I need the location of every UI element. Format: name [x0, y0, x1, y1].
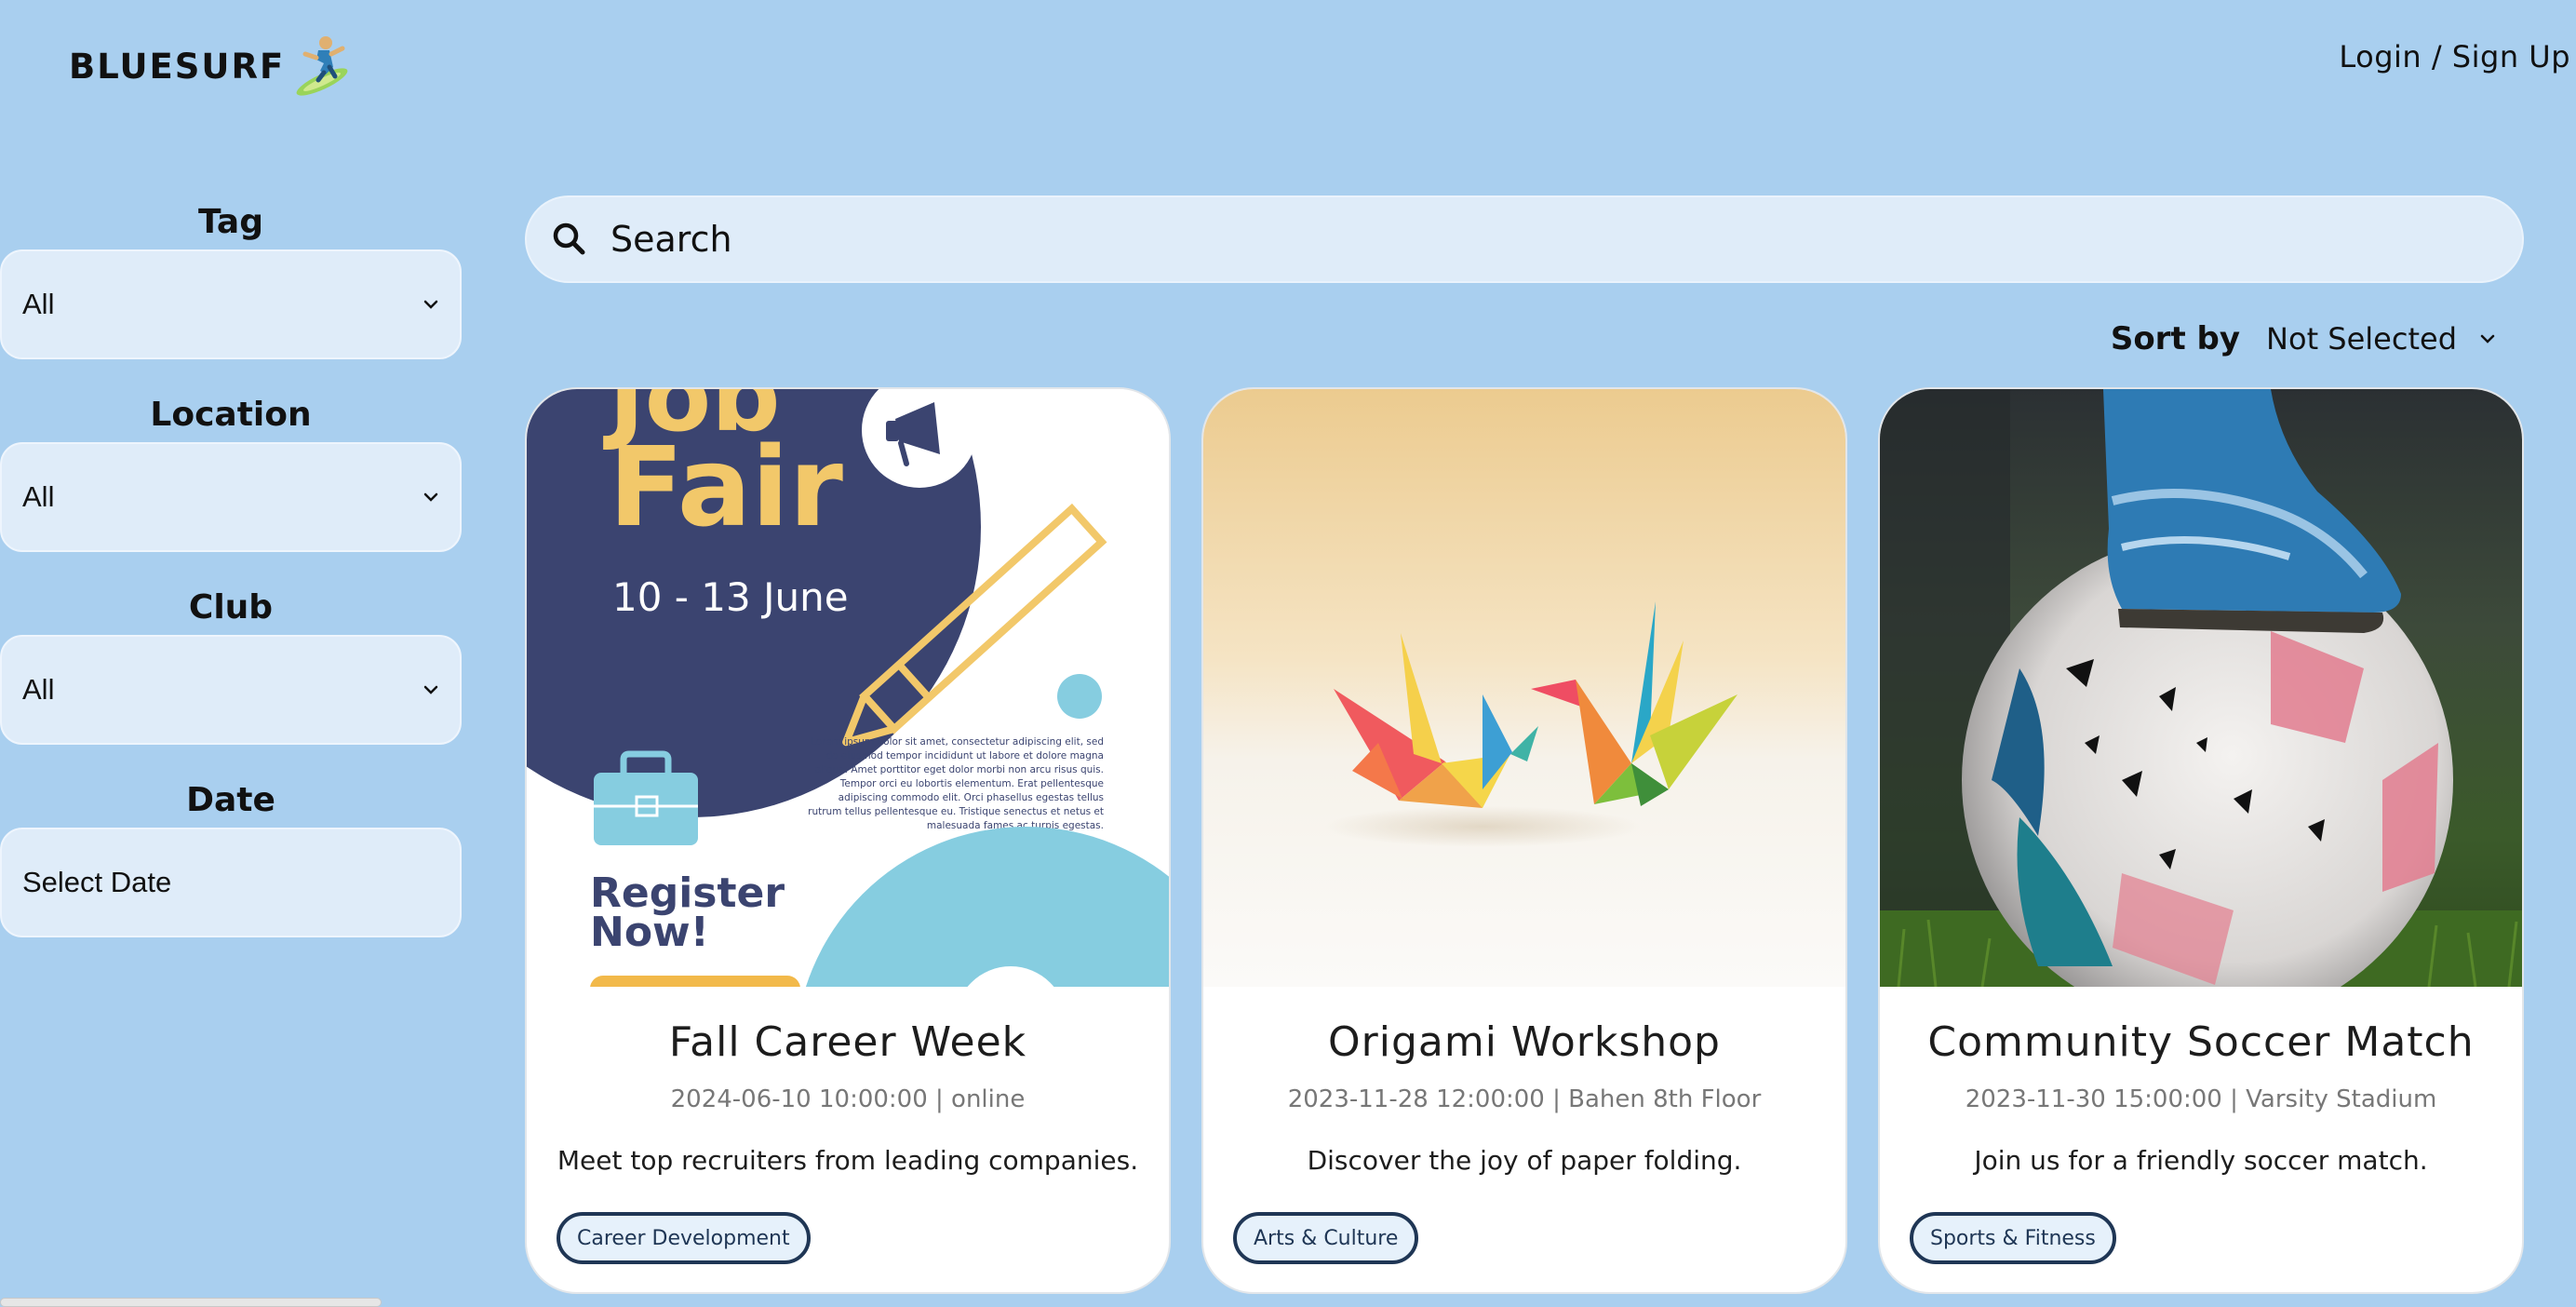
events-page: BLUESURF Login / Sign Up Tag All Locatio… [0, 0, 2576, 1307]
poster-cta-2: Now! [590, 909, 709, 956]
search-input[interactable] [610, 219, 2379, 260]
event-meta: 2024-06-10 10:00:00 | online [670, 1085, 1026, 1113]
brand-logo[interactable]: BLUESURF [69, 34, 352, 99]
tag-filter-label: Tag [198, 203, 263, 241]
date-filter-input[interactable]: Select Date [0, 828, 462, 937]
club-filter-value: All [22, 673, 55, 706]
sort-label: Sort by [2110, 320, 2241, 357]
tag-filter-select[interactable]: All [0, 249, 462, 359]
event-title: Fall Career Week [668, 1018, 1027, 1066]
event-title: Community Soccer Match [1927, 1018, 2475, 1066]
sort-select[interactable]: Not Selected [2266, 321, 2498, 357]
poster-body-line: do eiusmod tempor incididunt ut labore e… [826, 750, 1105, 761]
chevron-down-icon [423, 685, 438, 694]
event-title: Origami Workshop [1328, 1018, 1721, 1066]
poster-headline-2: Fair [609, 423, 843, 551]
tag-filter-value: All [22, 288, 55, 320]
event-card[interactable]: Job Fair 10 - 13 June Register Now! Lore… [525, 387, 1171, 1294]
poster-body-line: Tempor orci eu lobortis elementum. Erat … [839, 778, 1104, 789]
event-card[interactable]: Origami Workshop 2023-11-28 12:00:00 | B… [1201, 387, 1847, 1294]
event-description: Meet top recruiters from leading compani… [557, 1145, 1139, 1176]
horizontal-scrollbar[interactable] [0, 1298, 382, 1307]
event-card[interactable]: Community Soccer Match 2023-11-30 15:00:… [1878, 387, 2524, 1294]
brand-name: BLUESURF [69, 46, 286, 87]
event-tag[interactable]: Arts & Culture [1233, 1212, 1419, 1264]
event-image [1880, 389, 2522, 987]
event-image [1203, 389, 1845, 987]
surfer-icon [296, 36, 348, 96]
event-meta: 2023-11-28 12:00:00 | Bahen 8th Floor [1287, 1085, 1762, 1113]
search-icon [553, 222, 585, 255]
location-filter-select[interactable]: All [0, 442, 462, 552]
soccer-photo [1880, 389, 2522, 987]
event-tag[interactable]: Sports & Fitness [1910, 1212, 2116, 1264]
poster-body-line: rutrum tellus pellentesque eu. Tristique… [808, 806, 1104, 817]
sort-control: Sort by Not Selected [2111, 320, 2498, 357]
poster-dates: 10 - 13 June [612, 574, 849, 620]
date-filter-value: Select Date [22, 866, 172, 898]
event-image: Job Fair 10 - 13 June Register Now! Lore… [527, 389, 1169, 987]
event-description: Discover the joy of paper folding. [1307, 1145, 1742, 1176]
club-filter-label: Club [188, 588, 274, 627]
club-filter-select[interactable]: All [0, 635, 462, 745]
event-meta: 2023-11-30 15:00:00 | Varsity Stadium [1965, 1085, 2437, 1113]
login-signup-link[interactable]: Login / Sign Up [2339, 39, 2570, 74]
sort-value: Not Selected [2266, 321, 2457, 357]
date-filter-label: Date [186, 781, 275, 819]
poster-body-line: adipiscing commodo elit. Orci phasellus … [839, 792, 1104, 803]
event-tag[interactable]: Career Development [557, 1212, 811, 1264]
poster-body-line: aliqua. Amet porttitor eget dolor morbi … [815, 764, 1104, 775]
chevron-down-icon [423, 492, 438, 502]
search-bar[interactable] [525, 195, 2524, 283]
chevron-down-icon [2480, 334, 2495, 344]
job-fair-poster: Job Fair 10 - 13 June Register Now! Lore… [527, 389, 1169, 987]
chevron-down-icon [423, 300, 438, 309]
event-description: Join us for a friendly soccer match. [1974, 1145, 2428, 1176]
origami-photo [1203, 389, 1845, 987]
location-filter-label: Location [150, 396, 312, 434]
location-filter-value: All [22, 480, 55, 513]
poster-body-line: Lorem ipsum dolor sit amet, consectetur … [811, 736, 1104, 748]
